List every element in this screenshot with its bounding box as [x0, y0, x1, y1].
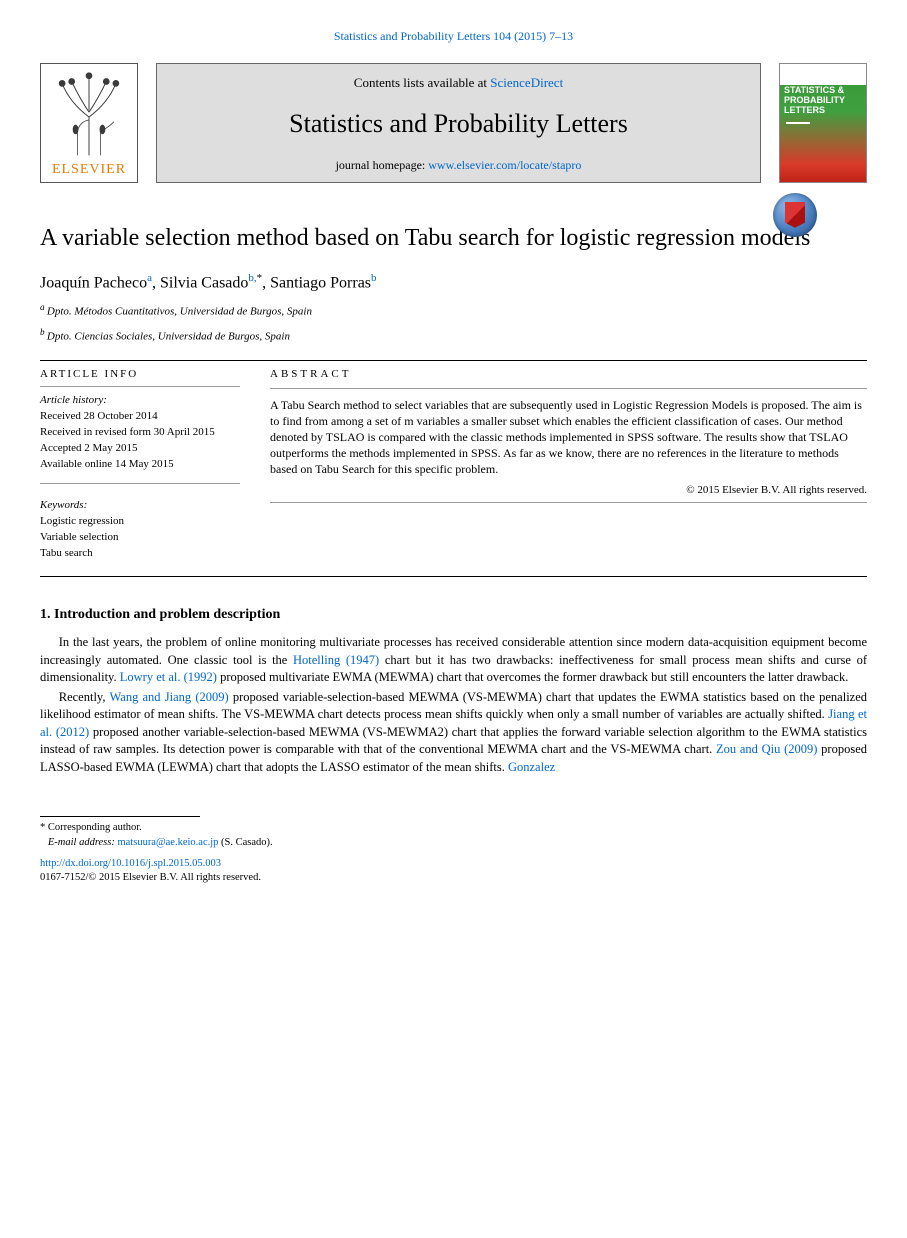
homepage-line: journal homepage: www.elsevier.com/locat… — [336, 157, 582, 174]
keyword-1: Logistic regression — [40, 514, 240, 530]
crossmark-icon[interactable] — [773, 193, 817, 237]
abstract-head: ABSTRACT — [270, 367, 867, 382]
ref-zou-qiu[interactable]: Zou and Qiu (2009) — [716, 742, 817, 756]
paper-title: A variable selection method based on Tab… — [40, 223, 867, 253]
email-line: E-mail address: matsuura@ae.keio.ac.jp (… — [40, 836, 867, 851]
homepage-link[interactable]: www.elsevier.com/locate/stapro — [428, 158, 581, 172]
abstract-text: A Tabu Search method to select variables… — [270, 397, 867, 478]
history-label: Article history: — [40, 393, 240, 409]
sciencedirect-link[interactable]: ScienceDirect — [490, 75, 563, 90]
date-online: Available online 14 May 2015 — [40, 457, 240, 473]
email-link[interactable]: matsuura@ae.keio.ac.jp — [117, 837, 218, 848]
affiliation-b: b Dpto. Ciencias Sociales, Universidad d… — [0, 320, 907, 346]
affil-b-sup: b — [40, 327, 47, 337]
ref-lowry[interactable]: Lowry et al. (1992) — [120, 670, 217, 684]
author-3: Santiago Porras — [270, 274, 371, 291]
journal-box: Contents lists available at ScienceDirec… — [156, 63, 761, 183]
elsevier-wordmark: ELSEVIER — [52, 160, 126, 182]
affiliation-a: a Dpto. Métodos Cuantitativos, Universid… — [0, 295, 907, 321]
author-3-sup: b — [371, 272, 377, 284]
abstract: ABSTRACT A Tabu Search method to select … — [270, 361, 867, 562]
keyword-3: Tabu search — [40, 546, 240, 562]
date-revised: Received in revised form 30 April 2015 — [40, 425, 240, 441]
corresponding-star: * — [257, 272, 263, 284]
keywords-label: Keywords: — [40, 498, 240, 514]
cover-bar — [786, 122, 810, 124]
date-accepted: Accepted 2 May 2015 — [40, 441, 240, 457]
author-1: Joaquín Pacheco — [40, 274, 147, 291]
ref-gonzalez[interactable]: Gonzalez — [508, 760, 555, 774]
body-text: In the last years, the problem of online… — [0, 624, 907, 776]
journal-name: Statistics and Probability Letters — [289, 100, 628, 148]
date-received: Received 28 October 2014 — [40, 409, 240, 425]
article-info-head: ARTICLE INFO — [40, 367, 240, 382]
contents-line: Contents lists available at ScienceDirec… — [354, 74, 563, 92]
affil-a-sup: a — [40, 302, 47, 312]
journal-cover-thumbnail[interactable]: STATISTICS & PROBABILITY LETTERS — [779, 63, 867, 183]
homepage-prefix: journal homepage: — [336, 158, 429, 172]
author-2: Silvia Casado — [160, 274, 248, 291]
article-info: ARTICLE INFO Article history: Received 2… — [40, 361, 240, 562]
para-1: In the last years, the problem of online… — [40, 634, 867, 687]
para-2: Recently, Wang and Jiang (2009) proposed… — [40, 689, 867, 777]
author-2-sup: b, — [248, 272, 256, 284]
elsevier-tree-icon — [41, 64, 137, 160]
elsevier-logo[interactable]: ELSEVIER — [40, 63, 138, 183]
doi-link[interactable]: http://dx.doi.org/10.1016/j.spl.2015.05.… — [40, 858, 221, 869]
author-1-sup: a — [147, 272, 152, 284]
cover-title: STATISTICS & PROBABILITY LETTERS — [784, 86, 862, 116]
corresponding-note: * Corresponding author. — [40, 821, 867, 836]
authors-line: Joaquín Pachecoa, Silvia Casadob,*, Sant… — [0, 253, 907, 295]
footnotes: * Corresponding author. E-mail address: … — [0, 817, 907, 886]
ref-hotelling[interactable]: Hotelling (1947) — [293, 653, 379, 667]
footer-copyright: 0167-7152/© 2015 Elsevier B.V. All right… — [40, 871, 867, 886]
keyword-2: Variable selection — [40, 530, 240, 546]
abstract-copyright: © 2015 Elsevier B.V. All rights reserved… — [270, 483, 867, 498]
journal-header: ELSEVIER Contents lists available at Sci… — [0, 63, 907, 183]
section-1-head: 1. Introduction and problem description — [0, 577, 907, 625]
page-header-citation: Statistics and Probability Letters 104 (… — [0, 0, 907, 63]
ref-wang-jiang[interactable]: Wang and Jiang (2009) — [109, 690, 228, 704]
contents-prefix: Contents lists available at — [354, 75, 490, 90]
